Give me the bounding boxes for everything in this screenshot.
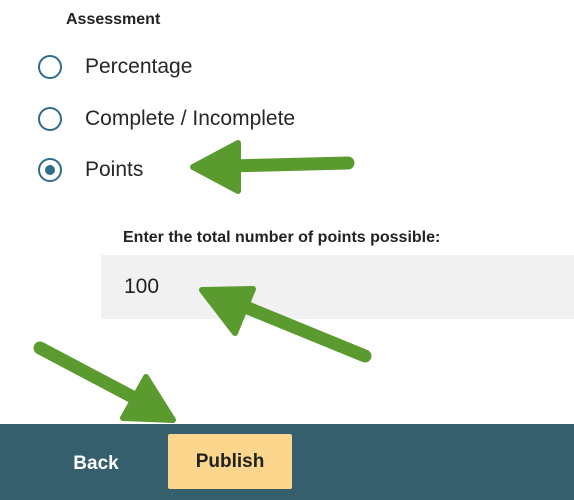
radio-option-points[interactable]: Points: [38, 156, 143, 184]
assessment-settings-page: Assessment Percentage Complete / Incompl…: [0, 0, 574, 500]
radio-button-points[interactable]: [38, 158, 62, 182]
radio-button-percentage[interactable]: [38, 55, 62, 79]
arrow-to-publish-button-icon: [33, 341, 176, 423]
radio-option-percentage[interactable]: Percentage: [38, 53, 192, 81]
points-possible-input[interactable]: [101, 255, 574, 319]
points-field-label: Enter the total number of points possibl…: [123, 229, 441, 246]
radio-label-complete-incomplete: Complete / Incomplete: [85, 107, 296, 130]
radio-label-points: Points: [85, 158, 144, 181]
back-button[interactable]: Back: [54, 436, 138, 491]
assessment-heading: Assessment: [66, 11, 161, 28]
footer-bar: Back Publish: [0, 424, 574, 500]
radio-option-complete-incomplete[interactable]: Complete / Incomplete: [38, 105, 295, 133]
publish-button[interactable]: Publish: [168, 434, 292, 489]
radio-label-percentage: Percentage: [85, 55, 193, 78]
arrow-to-points-option-icon: [190, 140, 355, 194]
radio-button-complete-incomplete[interactable]: [38, 107, 62, 131]
